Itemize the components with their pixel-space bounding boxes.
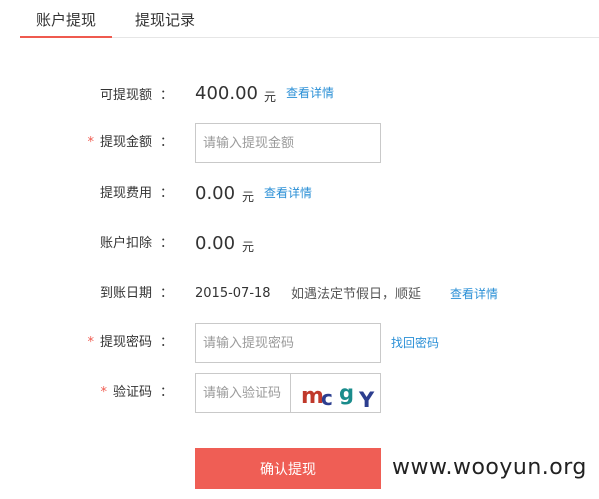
forgot-password-link[interactable]: 找回密码 bbox=[391, 333, 439, 353]
deduction-label: 账户扣除： bbox=[99, 236, 173, 251]
captcha-char: Y bbox=[358, 388, 375, 412]
fee-detail-link[interactable]: 查看详情 bbox=[264, 183, 312, 203]
tab-withdraw[interactable]: 账户提现 bbox=[19, 10, 113, 38]
password-input[interactable] bbox=[195, 323, 381, 363]
captcha-graphic: m c g Y bbox=[301, 381, 375, 412]
row-password: * 提现密码： 找回密码 bbox=[0, 323, 599, 363]
tab-withdraw-records[interactable]: 提现记录 bbox=[135, 10, 195, 30]
available-label: 可提现额： bbox=[99, 88, 173, 103]
confirm-withdraw-button[interactable]: 确认提现 bbox=[195, 448, 381, 489]
arrival-date-label: 到账日期： bbox=[99, 286, 173, 301]
row-arrival-date: 到账日期： 2015-07-18 如遇法定节假日，顺延 查看详情 bbox=[0, 284, 599, 324]
tab-bar: 账户提现 提现记录 bbox=[19, 0, 599, 38]
amount-label: * 提现金额： bbox=[87, 135, 173, 150]
arrival-date-detail-link[interactable]: 查看详情 bbox=[450, 284, 498, 304]
captcha-label: * 验证码： bbox=[100, 385, 173, 400]
fee-unit: 元 bbox=[242, 190, 255, 204]
row-amount: * 提现金额： bbox=[0, 123, 599, 163]
fee-value: 0.00 bbox=[195, 183, 236, 204]
captcha-char: c bbox=[321, 386, 333, 410]
available-unit: 元 bbox=[264, 90, 277, 104]
password-label: * 提现密码： bbox=[87, 335, 173, 350]
amount-input[interactable] bbox=[195, 123, 381, 163]
row-captcha: *验证码： m c g Y bbox=[0, 373, 599, 413]
deduction-unit: 元 bbox=[242, 240, 255, 254]
row-available: 可提现额： 400.00 元 查看详情 bbox=[0, 82, 599, 122]
fee-label: 提现费用： bbox=[99, 186, 173, 201]
captcha-image[interactable]: m c g Y bbox=[291, 373, 381, 413]
available-value: 400.00 bbox=[195, 83, 258, 104]
captcha-char: g bbox=[339, 381, 354, 405]
watermark: www.wooyun.org bbox=[392, 455, 587, 480]
row-fee: 提现费用： 0.00 元 查看详情 bbox=[0, 182, 599, 222]
arrival-date-value: 2015-07-18 bbox=[195, 286, 271, 301]
available-detail-link[interactable]: 查看详情 bbox=[286, 83, 334, 103]
deduction-value: 0.00 bbox=[195, 233, 236, 254]
arrival-date-note: 如遇法定节假日，顺延 bbox=[291, 287, 422, 302]
row-deduction: 账户扣除： 0.00 元 bbox=[0, 232, 599, 272]
captcha-input[interactable] bbox=[195, 373, 291, 413]
